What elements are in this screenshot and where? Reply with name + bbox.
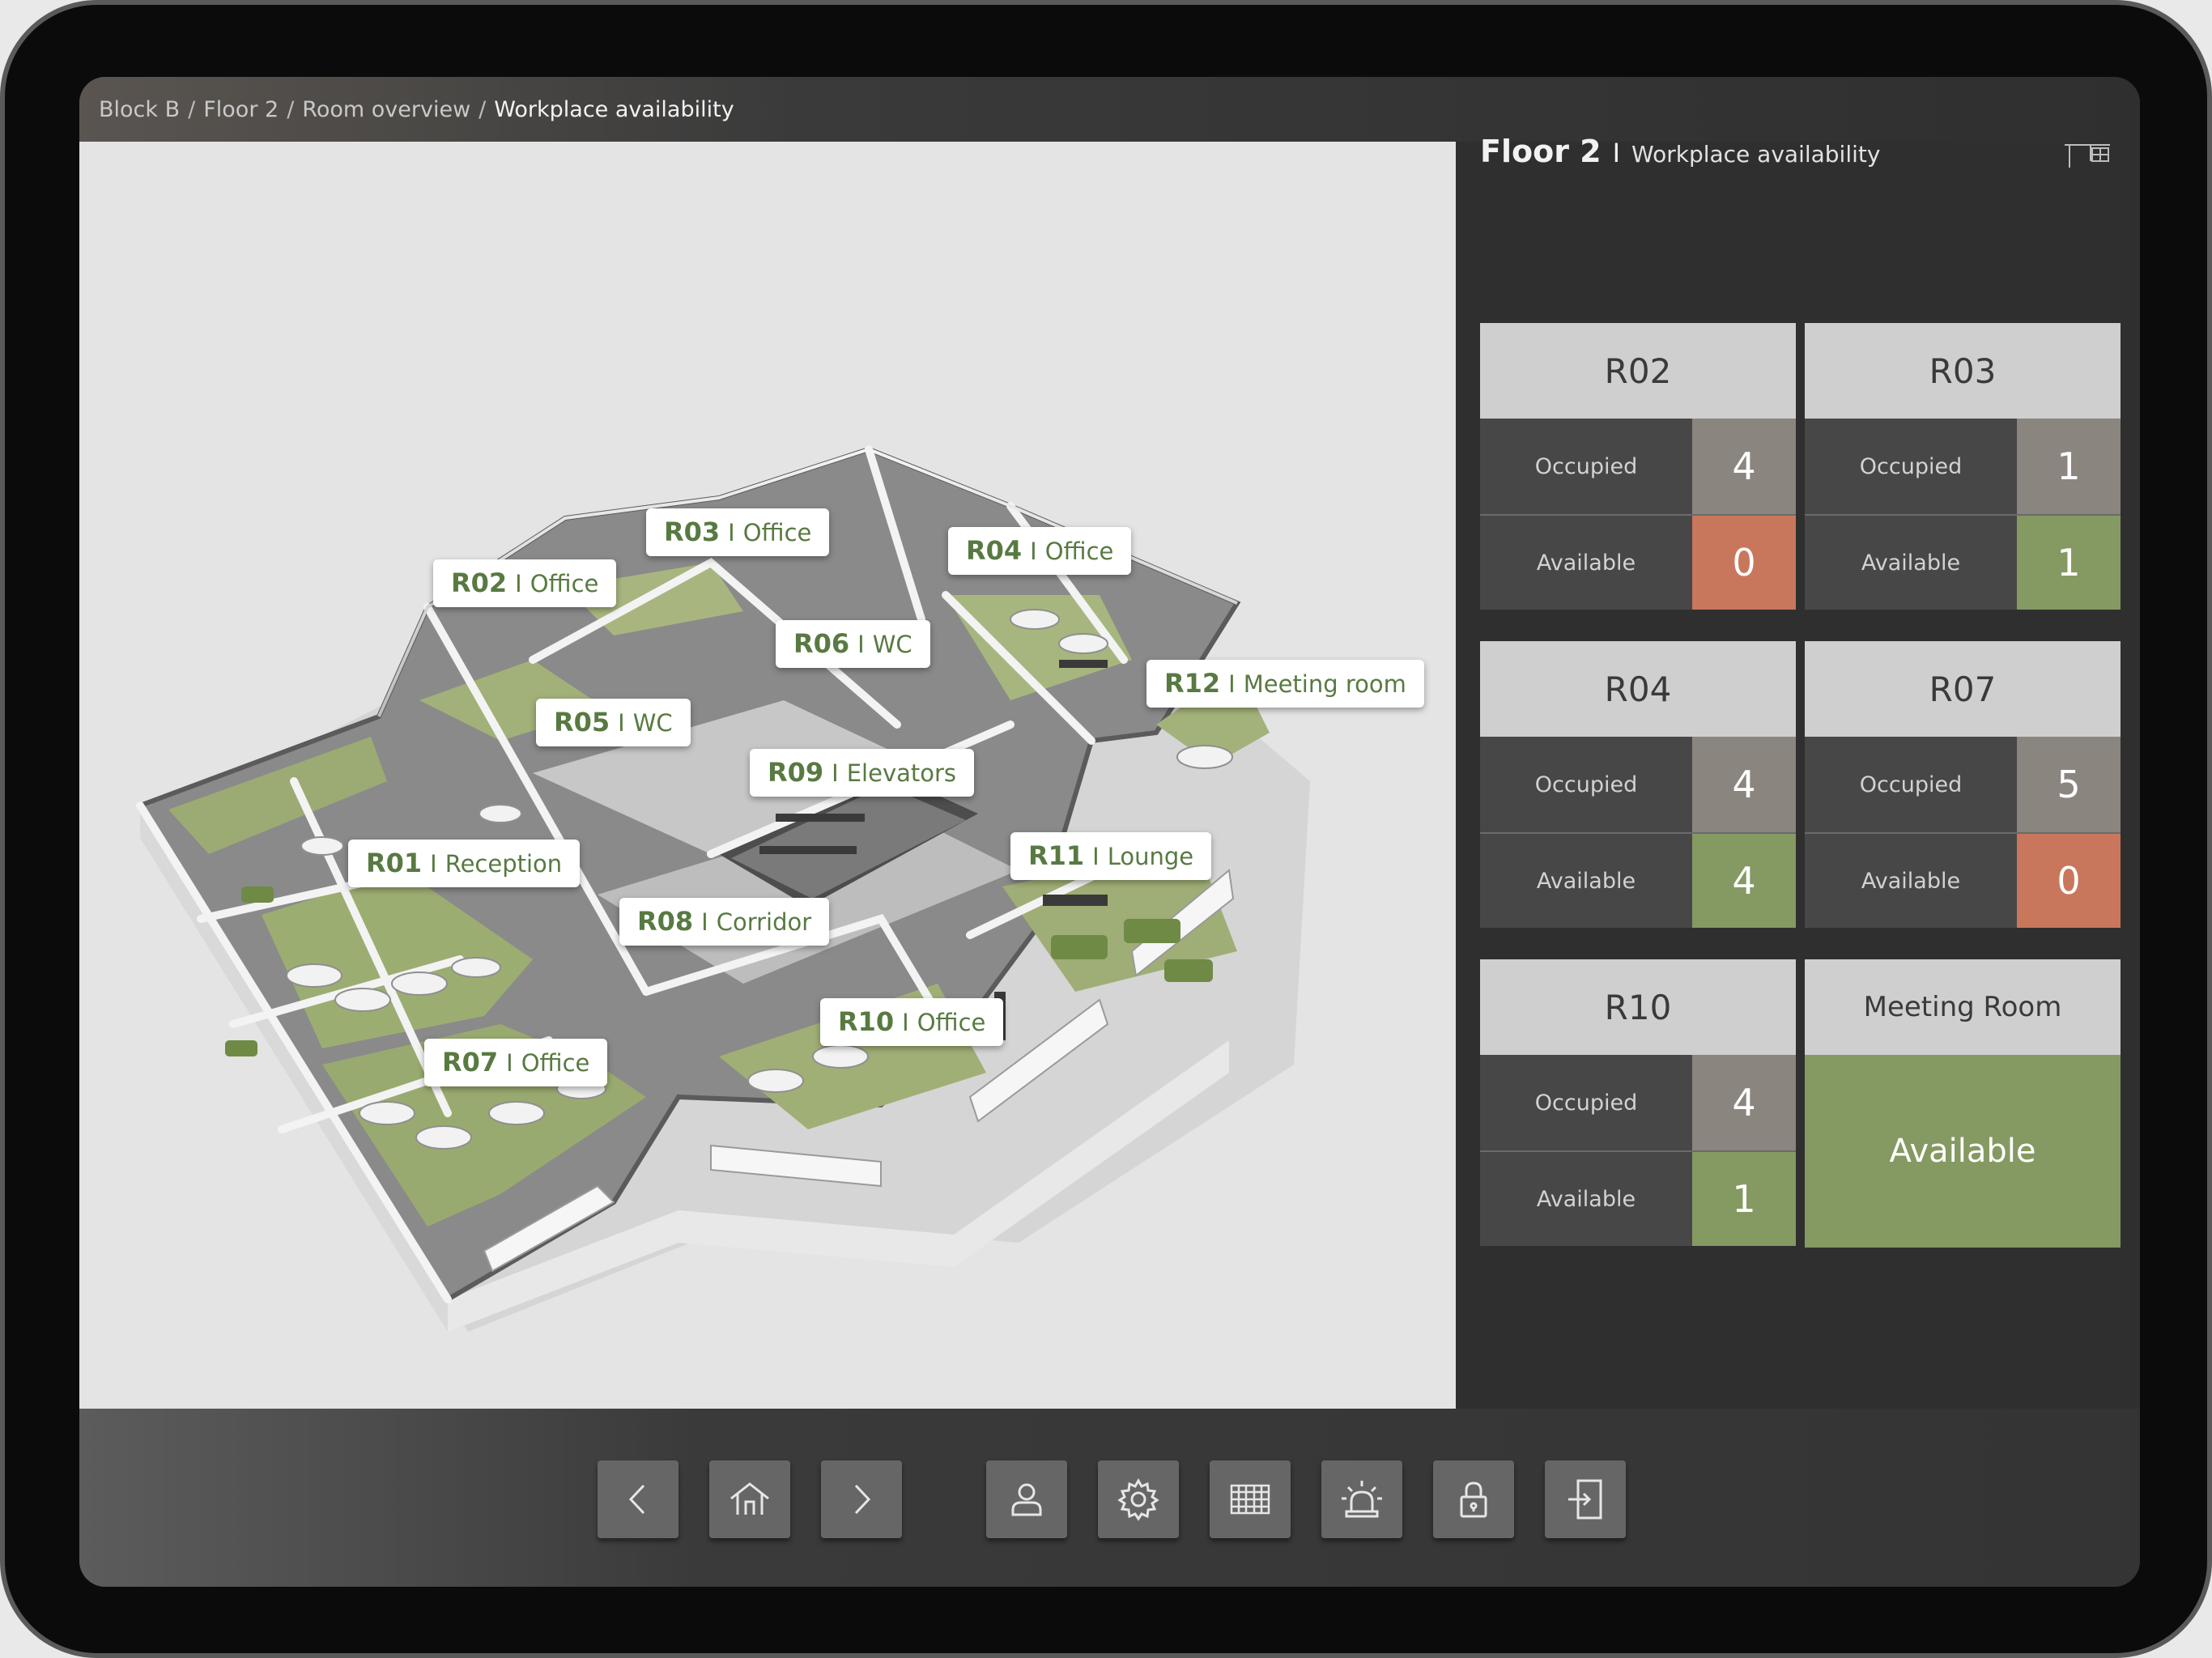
room-label-r08[interactable]: R08 I Corridor	[619, 898, 830, 946]
alarm-button[interactable]	[1321, 1460, 1402, 1538]
alarm-icon	[1342, 1481, 1382, 1518]
occupied-label: Occupied	[1480, 1055, 1692, 1150]
logout-button[interactable]	[1545, 1460, 1626, 1538]
panel-subtitle: Workplace availability	[1631, 141, 1881, 168]
forward-button[interactable]	[821, 1460, 902, 1538]
occupied-row: Occupied 5	[1805, 737, 2121, 832]
breadcrumb-separator: /	[287, 96, 295, 122]
room-card-r07[interactable]: R07 Occupied 5 Available 0	[1805, 641, 2121, 928]
available-label: Available	[1480, 516, 1692, 610]
available-count: 4	[1692, 834, 1796, 928]
room-card-r03[interactable]: R03 Occupied 1 Available 1	[1805, 323, 2121, 610]
home-icon	[730, 1482, 769, 1515]
occupied-row: Occupied 4	[1480, 737, 1796, 832]
panel-title: Floor 2 I Workplace availability	[1480, 134, 1880, 169]
breadcrumb-item-floor[interactable]: Floor 2	[203, 97, 279, 122]
room-card-title: R03	[1805, 323, 2121, 419]
room-label-r02[interactable]: R02 I Office	[433, 559, 617, 607]
room-card-title: R10	[1480, 959, 1796, 1055]
occupied-count: 4	[1692, 1055, 1796, 1150]
available-count: 0	[2017, 834, 2121, 928]
panel-floor-title: Floor 2	[1480, 134, 1602, 169]
available-row: Available 1	[1480, 1150, 1796, 1246]
room-label-r01[interactable]: R01 I Reception	[348, 840, 581, 887]
room-card-title: R02	[1480, 323, 1796, 419]
room-card-title: Meeting Room	[1805, 959, 2121, 1055]
home-button[interactable]	[709, 1460, 790, 1538]
chevron-right-icon	[854, 1484, 871, 1515]
occupied-label: Occupied	[1480, 419, 1692, 514]
available-label: Available	[1805, 516, 2017, 610]
room-label-r12[interactable]: R12 I Meeting room	[1146, 660, 1424, 708]
grid-icon	[1230, 1484, 1270, 1515]
occupied-label: Occupied	[1805, 737, 2017, 832]
available-row: Available 1	[1805, 514, 2121, 610]
lock-button[interactable]	[1433, 1460, 1514, 1538]
chevron-left-icon	[628, 1484, 645, 1515]
floorplan-icon[interactable]	[2063, 140, 2112, 172]
room-label-r09[interactable]: R09 I Elevators	[750, 749, 975, 797]
gear-icon	[1117, 1477, 1159, 1521]
occupied-label: Occupied	[1805, 419, 2017, 514]
available-row: Available 0	[1480, 514, 1796, 610]
occupied-label: Occupied	[1480, 737, 1692, 832]
room-label-r03[interactable]: R03 I Office	[646, 508, 830, 556]
room-card-meeting-room[interactable]: Meeting Room Available	[1805, 959, 2121, 1248]
room-label-r07[interactable]: R07 I Office	[424, 1039, 608, 1086]
occupied-count: 1	[2017, 419, 2121, 514]
occupied-row: Occupied 4	[1480, 1055, 1796, 1150]
available-label: Available	[1805, 834, 2017, 928]
meeting-room-status: Available	[1805, 1055, 2121, 1248]
settings-button[interactable]	[1098, 1460, 1179, 1538]
logout-icon	[1568, 1479, 1602, 1520]
available-count: 1	[1692, 1152, 1796, 1246]
tablet-bezel: Block B / Floor 2 / Room overview / Work…	[0, 0, 2212, 1658]
lock-icon	[1460, 1482, 1487, 1518]
room-card-title: R07	[1805, 641, 2121, 737]
bottom-toolbar	[79, 1409, 2140, 1587]
occupied-row: Occupied 1	[1805, 419, 2121, 514]
room-card-title: R04	[1480, 641, 1796, 737]
floor-plan-map[interactable]: R01 I Reception R02 I Office R03 I Office R04 I…	[79, 142, 1456, 1409]
user-button[interactable]	[986, 1460, 1067, 1538]
breadcrumb-separator: /	[188, 96, 196, 122]
occupied-count: 4	[1692, 737, 1796, 832]
app-screen: Block B / Floor 2 / Room overview / Work…	[79, 77, 2140, 1587]
occupied-count: 5	[2017, 737, 2121, 832]
panel-title-separator: I	[1612, 138, 1621, 168]
occupied-count: 4	[1692, 419, 1796, 514]
room-card-r04[interactable]: R04 Occupied 4 Available 4	[1480, 641, 1796, 928]
breadcrumb-item-room-overview[interactable]: Room overview	[302, 97, 470, 122]
available-row: Available 0	[1805, 832, 2121, 928]
grid-button[interactable]	[1210, 1460, 1291, 1538]
room-card-r02[interactable]: R02 Occupied 4 Available 0	[1480, 323, 1796, 610]
available-row: Available 4	[1480, 832, 1796, 928]
available-label: Available	[1480, 1152, 1692, 1246]
occupied-row: Occupied 4	[1480, 419, 1796, 514]
room-label-r10[interactable]: R10 I Office	[820, 998, 1004, 1046]
back-button[interactable]	[598, 1460, 678, 1538]
available-count: 1	[2017, 516, 2121, 610]
breadcrumb-item-current: Workplace availability	[494, 96, 734, 122]
room-card-r10[interactable]: R10 Occupied 4 Available 1	[1480, 959, 1796, 1246]
breadcrumb-item-block[interactable]: Block B	[99, 97, 180, 122]
breadcrumb-separator: /	[479, 96, 487, 122]
user-icon	[1011, 1483, 1042, 1516]
breadcrumb: Block B / Floor 2 / Room overview / Work…	[79, 77, 2140, 142]
room-label-r06[interactable]: R06 I WC	[776, 620, 930, 668]
room-label-r11[interactable]: R11 I Lounge	[1010, 832, 1212, 880]
room-label-r05[interactable]: R05 I WC	[536, 699, 691, 746]
available-count: 0	[1692, 516, 1796, 610]
available-label: Available	[1480, 834, 1692, 928]
room-label-r04[interactable]: R04 I Office	[948, 527, 1132, 575]
